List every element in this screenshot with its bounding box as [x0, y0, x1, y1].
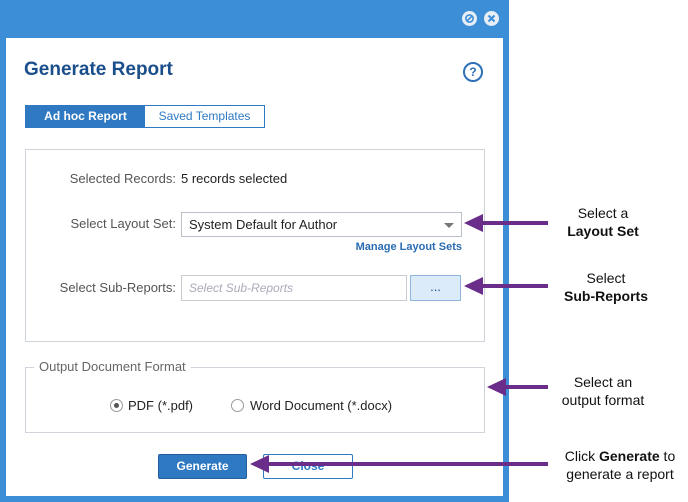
- annotation-output-line1: Select an: [573, 374, 633, 390]
- annotation-generate-line2: generate a report: [566, 466, 674, 482]
- arrowhead-sub-reports: [464, 277, 483, 295]
- annotation-subreports-line2: Sub-Reports: [548, 287, 664, 305]
- annotation-output-line2: output format: [561, 392, 645, 408]
- arrowhead-output-format: [487, 378, 506, 396]
- annotation-layout-line1: Select a: [577, 205, 629, 221]
- annotation-generate-prefix: Click: [564, 448, 599, 464]
- arrowhead-generate: [250, 455, 269, 473]
- annotation-sub-reports: Select Sub-Reports: [548, 269, 664, 305]
- annotation-generate-bold: Generate: [598, 448, 660, 464]
- annotation-layout-set: Select a Layout Set: [548, 204, 658, 240]
- annotation-generate-suffix: to: [659, 448, 676, 464]
- annotation-output-format: Select an output format: [548, 373, 658, 409]
- annotation-generate-line1: Click Generate to: [552, 447, 688, 465]
- annotation-subreports-bold: Sub-Reports: [564, 288, 648, 304]
- annotation-generate: Click Generate to generate a report: [552, 447, 688, 483]
- annotation-arrows: [250, 214, 548, 473]
- generate-button[interactable]: Generate: [158, 454, 247, 479]
- annotation-subreports-line1: Select: [586, 270, 626, 286]
- annotation-layout-bold: Layout Set: [567, 223, 639, 239]
- arrowhead-layout-set: [464, 214, 483, 232]
- annotation-layout-line2: Layout Set: [548, 222, 658, 240]
